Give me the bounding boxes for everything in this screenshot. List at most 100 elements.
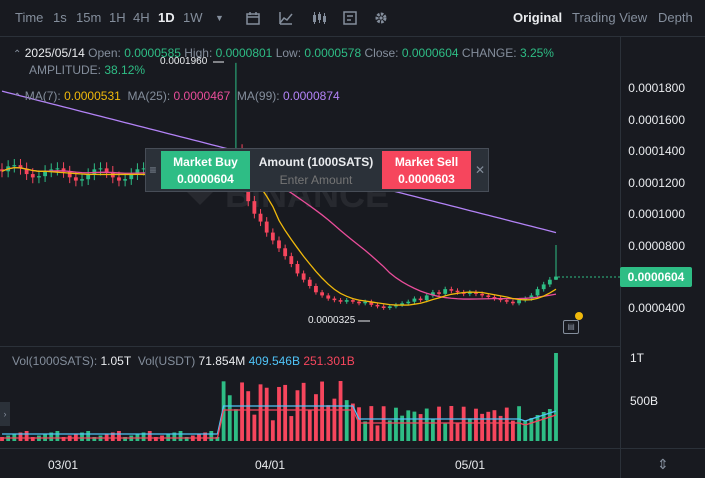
amount-section: Amount (1000SATS) [250,151,382,189]
volume-bar [197,434,201,441]
volume-bar [190,435,195,441]
volume-bar [12,434,17,441]
gear-icon[interactable] [373,10,389,26]
timeframe-15m[interactable]: 15m [76,10,101,25]
timeframe-1d[interactable]: 1D [158,10,175,25]
indicator-chart-icon[interactable] [278,10,294,26]
candle-body [547,279,552,285]
close-icon[interactable]: ✕ [472,149,488,191]
volume-bar [234,409,238,441]
candle-body [480,293,485,296]
volume-bar [344,400,349,441]
volume-bar [147,431,152,441]
candle-body [517,300,521,304]
candle-body [529,295,534,299]
amount-input[interactable] [254,172,378,188]
candle-body [0,169,4,172]
candle-body [492,297,497,299]
volume-bar [110,432,115,441]
candle-body [117,177,121,181]
candle-body [277,240,281,249]
time-axis-divider [0,448,705,449]
market-sell-label: Market Sell [394,155,459,169]
volume-bar [246,391,251,441]
calendar-icon[interactable] [245,10,261,26]
volume-info: Vol(1000SATS): 1.05T Vol(USDT) 71.854M 4… [12,354,355,368]
volume-bar [264,387,269,441]
volume-bar [43,434,47,441]
candle-body [80,179,84,181]
volume-bar [517,406,521,441]
volume-bar [424,408,429,441]
amplitude-value: 38.12% [104,63,146,77]
change-label: CHANGE: [461,46,517,60]
timeframe-1w[interactable]: 1W [183,10,203,25]
market-sell-price: 0.0000603 [398,172,455,186]
amplitude-info: AMPLITUDE: 38.12% [29,63,145,77]
candle-body [443,289,448,294]
volume-bar [480,413,485,441]
timeframe-dropdown-icon[interactable]: ▼ [215,13,231,29]
candle-body [387,306,392,308]
volume-bar [55,431,60,441]
volume-bar [492,410,497,441]
axis-settings-icon[interactable]: ⇕ [657,456,669,473]
view-trading-view-tab[interactable]: Trading View [572,10,647,25]
candle-body [283,248,288,257]
layout-list-icon[interactable] [342,10,358,26]
quick-trade-panel: ≡ Market Buy 0.0000604 Amount (1000SATS)… [145,148,489,192]
view-original-tab[interactable]: Original [513,10,562,25]
volume-bar [73,434,78,441]
candle-body [86,174,91,180]
vol-ma-blue-value: 409.546B [248,354,300,368]
market-sell-button[interactable]: Market Sell 0.0000603 [382,151,471,189]
candlestick-type-icon[interactable] [311,10,327,26]
chart-scroll-handle[interactable]: › [0,402,10,426]
volume-bar [437,406,441,441]
volume-bar [412,411,417,441]
view-depth-tab[interactable]: Depth [658,10,693,25]
candle-body [307,279,312,286]
candle-body [400,303,405,305]
note-badge-icon[interactable]: ▤ [563,320,579,334]
candle-body [37,176,41,178]
ma-toggle-icon[interactable]: ⌃ [13,92,21,103]
volume-bar [166,434,171,441]
volume-bar [314,394,318,441]
volume-bar [406,410,411,441]
price-axis-label: 0.0001800 [628,81,685,95]
drag-handle-icon[interactable]: ≡ [146,149,160,191]
candle-body [504,300,509,302]
volume-bar [18,432,23,441]
candle-body [295,264,300,274]
candle-body [123,179,128,181]
candle-body [424,295,429,301]
candle-body [135,169,140,175]
candle-body [326,295,331,299]
eye-toggle-icon[interactable]: ⌃ [13,49,21,60]
candle-body [30,174,35,178]
top-toolbar: Time 1s 15m 1H 4H 1D 1W ▼ Original Tradi… [0,0,705,37]
candle-body [314,286,318,293]
volume-bar [326,405,331,441]
candle-body [49,169,54,172]
low-marker-label: 0.0000325 [308,315,356,326]
timeframe-1s[interactable]: 1s [53,10,67,25]
timeframe-4h[interactable]: 4H [133,10,150,25]
timeframe-1h[interactable]: 1H [109,10,126,25]
market-buy-button[interactable]: Market Buy 0.0000604 [161,151,250,189]
volume-bar [215,437,220,441]
volume-bar [394,407,398,441]
volume-bar [307,410,312,441]
volume-ma-red-line [2,409,557,439]
volume-bar [289,416,294,441]
ma7-label: MA(7): [24,89,61,103]
candle-body [523,298,528,301]
volume-bar [209,431,214,441]
candle-body [498,298,503,301]
volume-bar [135,434,140,441]
candle-body [270,232,275,241]
volume-bar [511,420,515,441]
candle-body [264,221,269,233]
volume-bar [92,437,97,441]
